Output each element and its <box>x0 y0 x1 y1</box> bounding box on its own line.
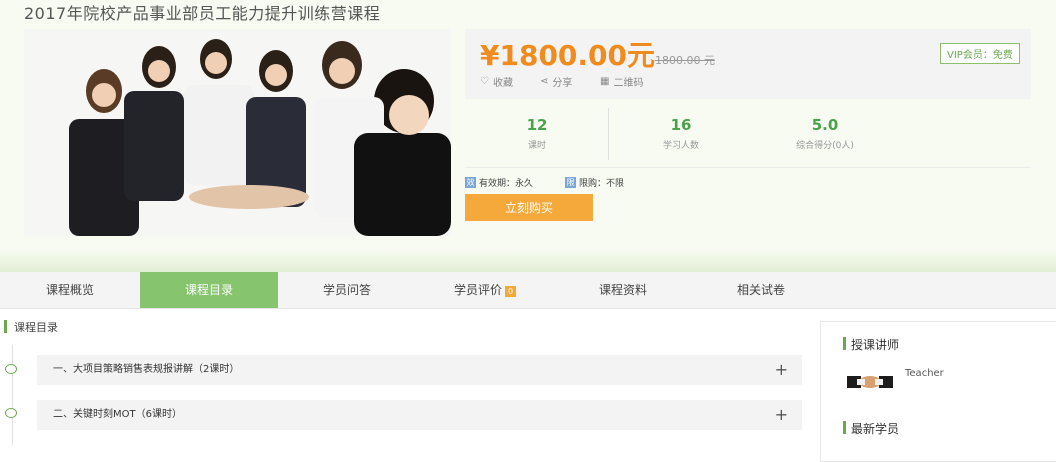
new-students-heading: 最新学员 <box>839 420 899 437</box>
buy-now-button[interactable]: 立刻购买 <box>465 194 593 221</box>
course-title: 2017年院校产品事业部员工能力提升训练营课程 <box>24 4 381 23</box>
current-price: ¥1800.00元 <box>480 39 656 72</box>
heart-icon: ♡ <box>480 76 489 87</box>
course-tabs: 课程概览 课程目录 学员问答 学员评价 0 课程资料 相关试卷 <box>0 272 1056 309</box>
chapter-row[interactable]: 一、大项目策略销售表规报讲解（2课时） + <box>37 355 802 385</box>
validity-text: 有效期：永久 <box>479 179 534 189</box>
stat-lessons-value: 12 <box>526 116 548 134</box>
stats-divider <box>608 108 609 160</box>
validity-info: 效 有效期：永久 <box>465 176 533 189</box>
expand-plus-icon[interactable]: + <box>775 400 788 430</box>
tab-qa[interactable]: 学员问答 <box>278 272 416 308</box>
qrcode-label: 二维码 <box>613 78 644 89</box>
teacher-name[interactable]: Teacher <box>905 368 944 379</box>
qrcode-icon: ▦ <box>600 76 610 87</box>
favorite-label: 收藏 <box>492 78 513 89</box>
stat-score: 5.0 综合得分(0人) <box>755 116 895 151</box>
favorite-action[interactable]: ♡ 收藏 <box>480 74 513 89</box>
stat-score-value: 5.0 <box>811 116 839 134</box>
tab-reviews-label: 学员评价 <box>453 283 502 297</box>
original-price: 1800.00 元 <box>655 54 715 67</box>
catalog-tree-line <box>12 345 13 445</box>
course-cover-image[interactable] <box>24 29 451 236</box>
stat-learners-label: 学习人数 <box>662 141 699 151</box>
tab-exams[interactable]: 相关试卷 <box>692 272 830 308</box>
catalog-heading: 课程目录 <box>0 319 58 335</box>
stat-learners-value: 16 <box>670 116 692 134</box>
teacher-avatar[interactable] <box>847 366 893 398</box>
chapter-node-icon <box>5 408 17 418</box>
stat-lessons: 12 课时 <box>467 116 607 151</box>
purchase-limit-info: 限 限购：不限 <box>565 176 624 189</box>
vip-badge[interactable]: VIP会员：免费 <box>940 43 1020 64</box>
tab-reviews[interactable]: 学员评价 0 <box>416 272 554 308</box>
qrcode-action[interactable]: ▦ 二维码 <box>600 74 643 89</box>
header-divider <box>0 250 1056 272</box>
share-action[interactable]: ⋖ 分享 <box>540 74 572 89</box>
chapter-node-icon <box>5 364 17 374</box>
tab-catalog[interactable]: 课程目录 <box>140 272 278 308</box>
chapter-row[interactable]: 二、关键时刻MOT（6课时） + <box>37 400 802 430</box>
stat-learners: 16 学习人数 <box>611 116 751 151</box>
tab-overview[interactable]: 课程概览 <box>1 272 139 308</box>
stat-lessons-label: 课时 <box>527 141 546 151</box>
reviews-count-badge: 0 <box>504 286 517 297</box>
stats-separator <box>465 167 1031 168</box>
limit-text: 限购：不限 <box>579 179 625 189</box>
sidebar: 授课讲师 Teacher 最新学员 <box>820 321 1056 462</box>
course-stats: 12 课时 16 学习人数 5.0 综合得分(0人) <box>465 106 1031 166</box>
chapter-title: 一、大项目策略销售表规报讲解（2课时） <box>53 364 240 375</box>
stat-score-label: 综合得分(0人) <box>796 141 854 151</box>
share-label: 分享 <box>552 78 573 89</box>
expand-plus-icon[interactable]: + <box>775 355 788 385</box>
validity-tag-icon: 效 <box>465 177 476 188</box>
share-icon: ⋖ <box>540 76 549 87</box>
chapter-title: 二、关键时刻MOT（6课时） <box>53 409 182 420</box>
tab-materials[interactable]: 课程资料 <box>554 272 692 308</box>
limit-tag-icon: 限 <box>565 177 576 188</box>
instructors-heading: 授课讲师 <box>839 336 899 353</box>
